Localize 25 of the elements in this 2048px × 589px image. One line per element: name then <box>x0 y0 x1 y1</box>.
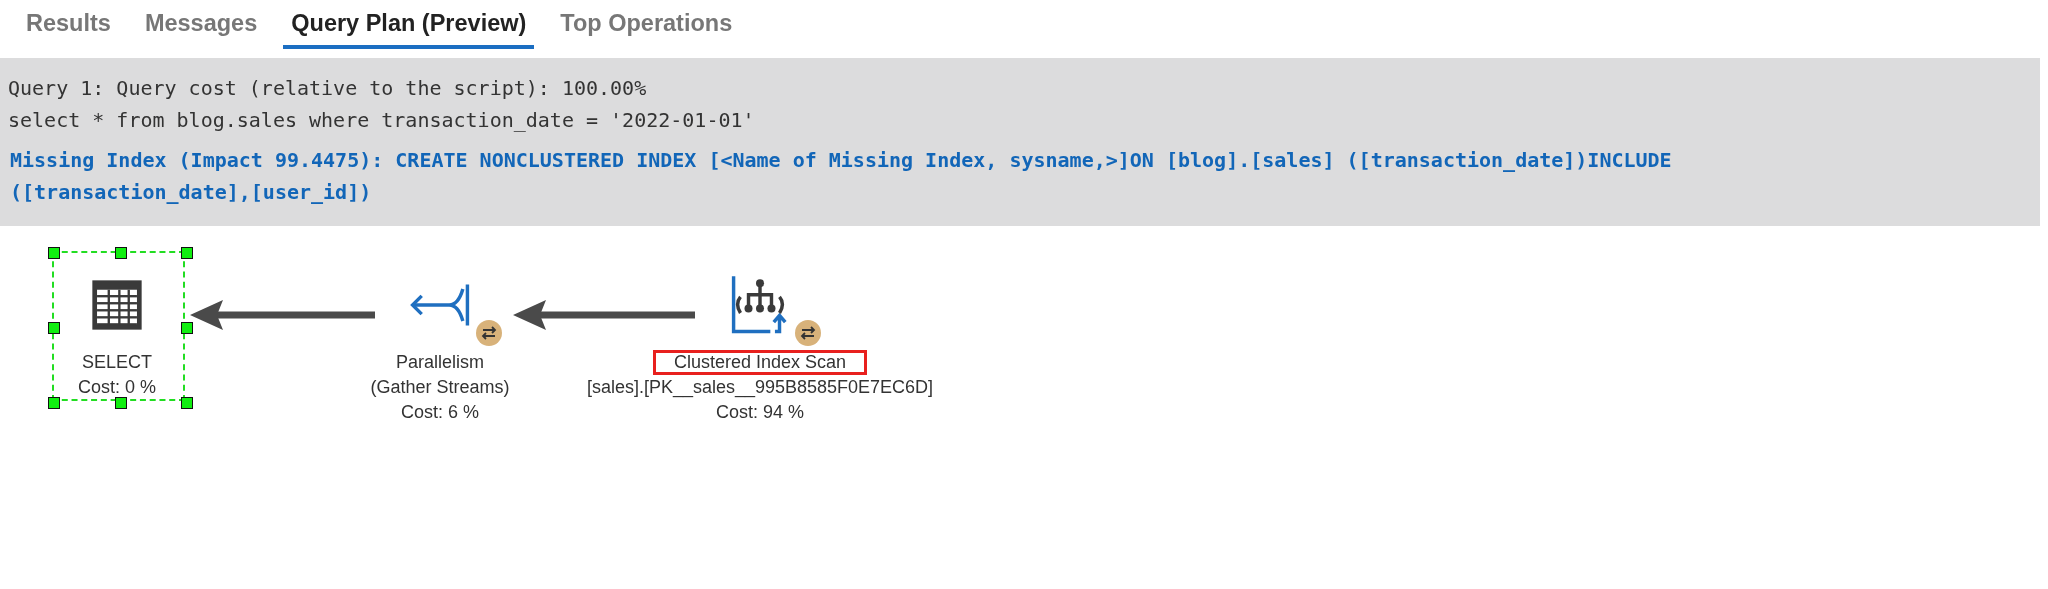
resize-handle[interactable] <box>181 322 193 334</box>
tab[interactable]: Query Plan (Preview) <box>283 0 535 49</box>
query-text: select * from blog.sales where transaction_date = '2022-01-01' <box>8 107 756 134</box>
operator-label: SELECT <box>81 351 153 374</box>
tab[interactable]: Results <box>18 0 119 49</box>
operator-label: Cost: 6 % <box>399 401 480 424</box>
fork-arrow-icon[interactable] <box>408 282 472 328</box>
operator-label: Cost: 0 % <box>77 376 157 399</box>
operator-label: Parallelism <box>394 351 485 374</box>
resize-handle[interactable] <box>48 247 60 259</box>
missing-index-link[interactable]: Missing Index (Impact 99.4475): CREATE NONCLUSTERED INDEX [<Name of Missing Index, sysname,>]ON [blog].[sales] ([transaction_date])INCLUDE ([transaction_date],[user_id]) <box>8 144 1890 208</box>
resize-handle[interactable] <box>114 247 127 259</box>
query-text: Query 1: Query cost (relative to the script): 100.00% <box>8 75 648 102</box>
operator-label: (Gather Streams) <box>369 376 511 399</box>
operator-label: [sales].[PK__sales__995B8585F0E7EC6D] <box>585 376 935 400</box>
table-icon[interactable] <box>90 278 144 332</box>
resize-handle[interactable] <box>48 397 60 409</box>
resize-handle[interactable] <box>114 397 127 409</box>
operator-label: Cost: 94 % <box>714 401 805 424</box>
resize-handle[interactable] <box>181 397 193 409</box>
resize-handle[interactable] <box>48 322 60 334</box>
resize-handle[interactable] <box>181 247 193 259</box>
tab[interactable]: Top Operations <box>552 0 741 49</box>
operator-label: Clustered Index Scan <box>652 350 868 375</box>
tab[interactable]: Messages <box>136 0 266 49</box>
